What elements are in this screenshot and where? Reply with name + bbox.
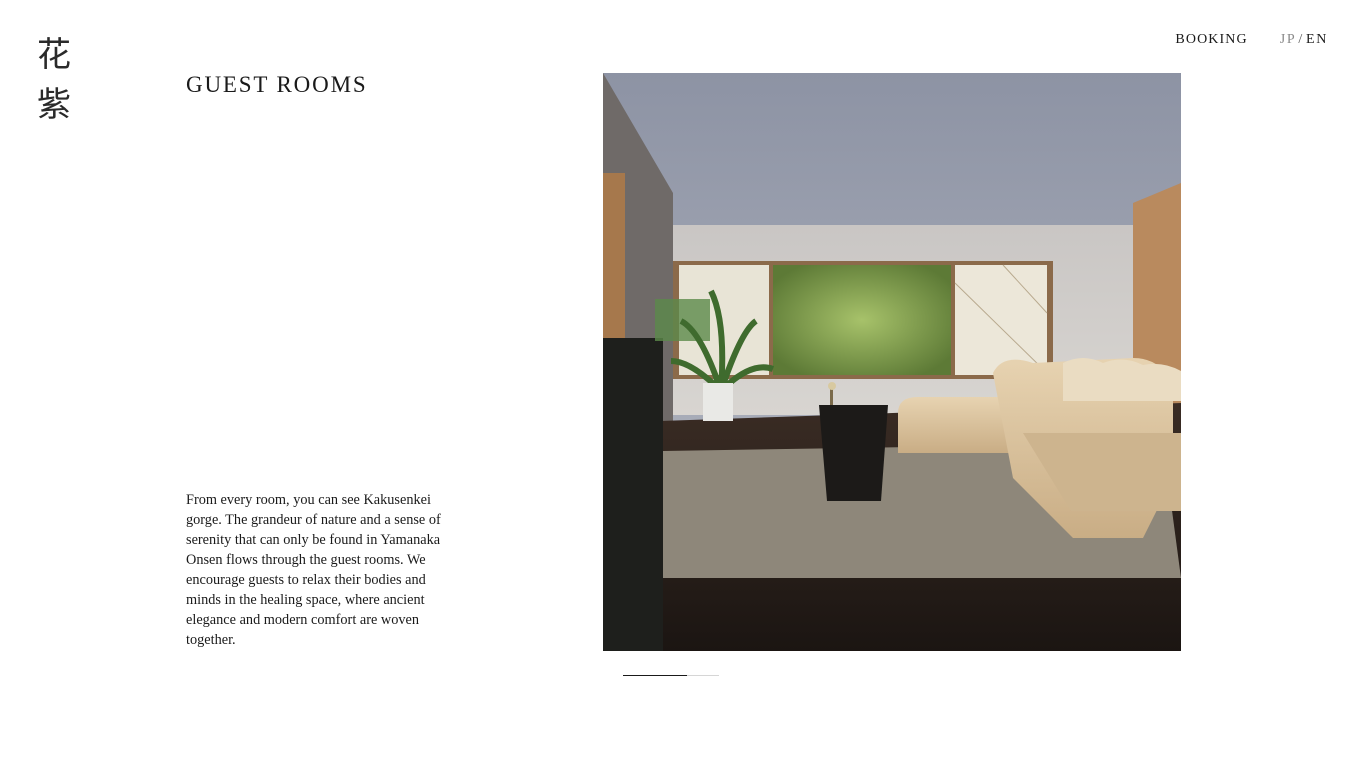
logo-char-2: 紫 [37, 85, 71, 125]
section-description: From every room, you can see Kakusenkei … [186, 492, 441, 648]
guest-room-photo[interactable] [603, 73, 1181, 651]
lang-en-link[interactable]: EN [1306, 32, 1328, 48]
top-nav: BOOKING JP / EN [1175, 32, 1328, 48]
language-switcher: JP / EN [1280, 32, 1328, 48]
lang-jp-link[interactable]: JP [1280, 32, 1297, 48]
section-title: GUEST ROOMS [186, 72, 368, 97]
guest-room-illustration [603, 73, 1181, 651]
booking-link[interactable]: BOOKING [1175, 32, 1247, 48]
lang-separator: / [1298, 32, 1304, 47]
logo-char-1: 花 [37, 35, 71, 75]
slider-progress-fill [623, 675, 688, 676]
slider-progress[interactable] [623, 675, 719, 676]
logo[interactable]: 花 紫 [36, 30, 72, 130]
